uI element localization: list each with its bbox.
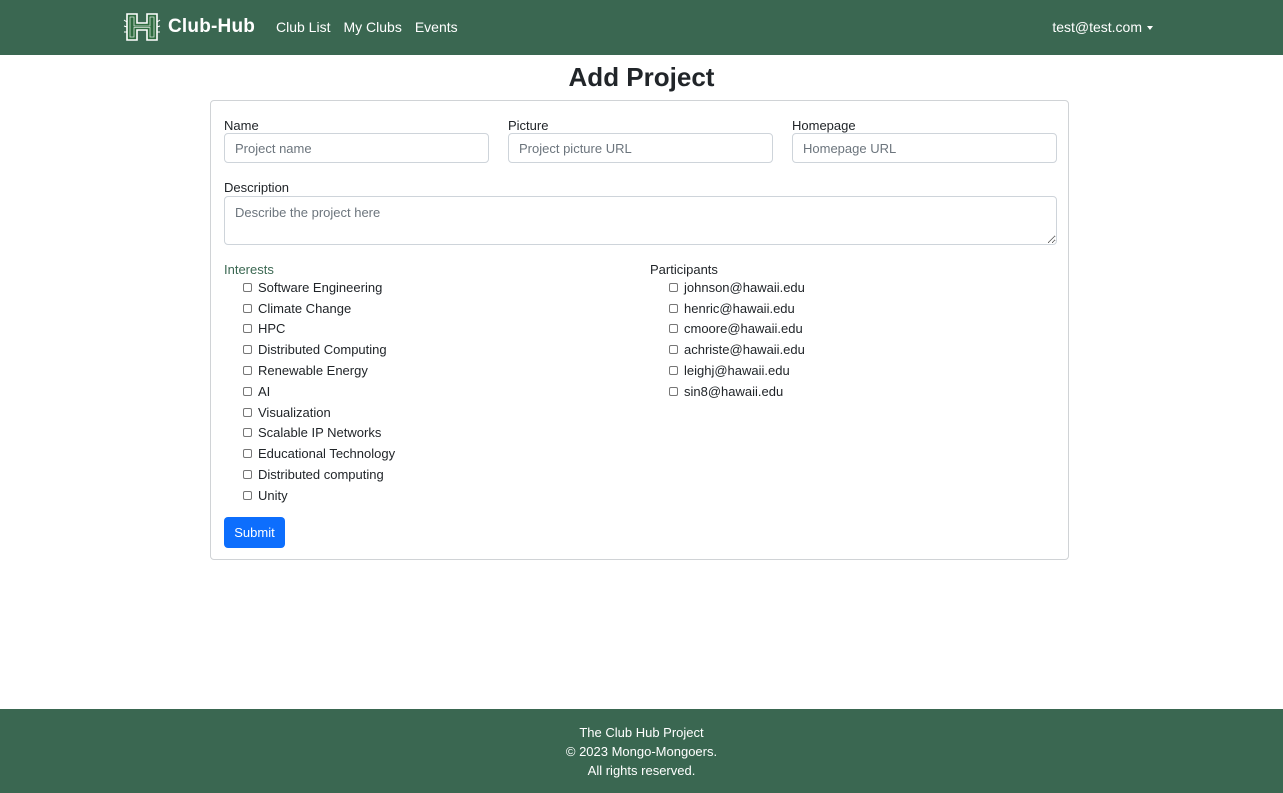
interest-option[interactable]: Visualization bbox=[243, 402, 395, 423]
participant-option[interactable]: cmoore@hawaii.edu bbox=[669, 319, 805, 340]
checkbox[interactable] bbox=[243, 449, 252, 459]
participant-option[interactable]: leighj@hawaii.edu bbox=[669, 360, 805, 381]
checkbox[interactable] bbox=[243, 345, 252, 355]
footer-rights: All rights reserved. bbox=[587, 763, 696, 778]
brand-link[interactable]: Club-Hub bbox=[123, 11, 255, 43]
participant-option[interactable]: henric@hawaii.edu bbox=[669, 298, 805, 319]
name-label: Name bbox=[224, 118, 259, 133]
nav-link-events[interactable]: Events bbox=[415, 19, 458, 35]
checkbox[interactable] bbox=[669, 282, 678, 292]
participant-option[interactable]: sin8@hawaii.edu bbox=[669, 381, 805, 402]
description-textarea[interactable] bbox=[224, 196, 1057, 245]
brand-name: Club-Hub bbox=[168, 16, 256, 37]
nav-link-my-clubs[interactable]: My Clubs bbox=[343, 19, 401, 35]
name-input[interactable] bbox=[224, 133, 489, 163]
checkbox[interactable] bbox=[669, 366, 678, 376]
checkbox[interactable] bbox=[243, 366, 252, 376]
participants-checklist: johnson@hawaii.edu henric@hawaii.edu cmo… bbox=[669, 277, 805, 402]
top-navbar: Club-Hub Club List My Clubs Events test@… bbox=[0, 0, 1283, 55]
checkbox[interactable] bbox=[243, 428, 252, 438]
interest-option[interactable]: Distributed computing bbox=[243, 464, 395, 485]
participant-option[interactable]: johnson@hawaii.edu bbox=[669, 277, 805, 298]
checkbox[interactable] bbox=[243, 282, 252, 292]
interest-option[interactable]: Software Engineering bbox=[243, 277, 395, 298]
checkbox[interactable] bbox=[669, 345, 678, 355]
participants-label: Participants bbox=[650, 262, 718, 277]
user-dropdown[interactable]: test@test.com bbox=[1052, 19, 1153, 35]
homepage-label: Homepage bbox=[792, 118, 856, 133]
nav-link-club-list[interactable]: Club List bbox=[276, 19, 330, 35]
checkbox[interactable] bbox=[243, 490, 252, 500]
footer-project-name: The Club Hub Project bbox=[579, 725, 704, 740]
interest-option[interactable]: Distributed Computing bbox=[243, 339, 395, 360]
picture-input[interactable] bbox=[508, 133, 773, 163]
interest-option[interactable]: AI bbox=[243, 381, 395, 402]
checkbox[interactable] bbox=[243, 324, 252, 334]
submit-button[interactable]: Submit bbox=[224, 517, 285, 548]
checkbox[interactable] bbox=[669, 303, 678, 313]
interests-label: Interests bbox=[224, 262, 274, 277]
hawaii-h-logo-icon bbox=[123, 12, 161, 42]
description-label: Description bbox=[224, 180, 290, 195]
interest-option[interactable]: Unity bbox=[243, 485, 395, 506]
checkbox[interactable] bbox=[243, 470, 252, 480]
nav-links: Club List My Clubs Events bbox=[276, 19, 458, 35]
interest-option[interactable]: HPC bbox=[243, 319, 395, 340]
interest-option[interactable]: Educational Technology bbox=[243, 443, 395, 464]
footer: The Club Hub Project © 2023 Mongo-Mongoe… bbox=[0, 709, 1283, 793]
checkbox[interactable] bbox=[669, 324, 678, 334]
checkbox[interactable] bbox=[669, 386, 678, 396]
add-project-form: Name Picture Homepage Description Intere… bbox=[210, 100, 1069, 560]
interests-checklist: Software Engineering Climate Change HPC … bbox=[243, 277, 395, 506]
checkbox[interactable] bbox=[243, 303, 252, 313]
user-email: test@test.com bbox=[1052, 19, 1142, 35]
caret-down-icon bbox=[1147, 25, 1153, 30]
footer-copyright: © 2023 Mongo-Mongoers. bbox=[565, 744, 718, 759]
checkbox[interactable] bbox=[243, 407, 252, 417]
participant-option[interactable]: achriste@hawaii.edu bbox=[669, 339, 805, 360]
interest-option[interactable]: Scalable IP Networks bbox=[243, 423, 395, 444]
page-title: Add Project bbox=[568, 62, 715, 92]
picture-label: Picture bbox=[508, 118, 549, 133]
homepage-input[interactable] bbox=[792, 133, 1057, 163]
interest-option[interactable]: Climate Change bbox=[243, 298, 395, 319]
interest-option[interactable]: Renewable Energy bbox=[243, 360, 395, 381]
checkbox[interactable] bbox=[243, 386, 252, 396]
